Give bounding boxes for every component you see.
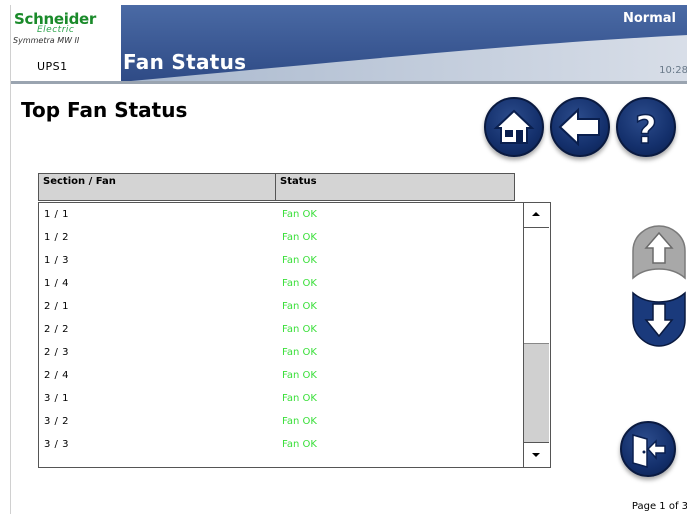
exit-door-icon <box>632 434 666 468</box>
svg-text:?: ? <box>635 108 657 152</box>
table-row[interactable]: 1 / 2 Fan OK <box>39 226 519 249</box>
table-header: Section / Fan Status <box>38 173 515 201</box>
table-row[interactable]: 2 / 4 Fan OK <box>39 364 519 387</box>
table-row[interactable]: 1 / 4 Fan OK <box>39 272 519 295</box>
fan-status-cell: Fan OK <box>282 347 317 358</box>
table-row[interactable]: 3 / 1 Fan OK <box>39 387 519 410</box>
exit-button[interactable] <box>620 421 676 477</box>
fan-status-cell: Fan OK <box>282 278 317 289</box>
fan-status-cell: Fan OK <box>282 393 317 404</box>
fan-id-cell: 3 / 1 <box>44 393 69 404</box>
table-row[interactable]: 1 / 3 Fan OK <box>39 249 519 272</box>
scroll-up-icon <box>532 212 540 216</box>
screen-title: Fan Status <box>123 50 247 74</box>
fan-status-cell: Fan OK <box>282 439 317 450</box>
header: Schneider Electric Symmetra MW II UPS1 N… <box>11 5 687 84</box>
table-row[interactable]: 2 / 2 Fan OK <box>39 318 519 341</box>
table-scrollbar[interactable] <box>523 203 550 467</box>
logo-panel: Schneider Electric Symmetra MW II UPS1 <box>11 5 121 83</box>
fan-id-cell: 2 / 2 <box>44 324 69 335</box>
fan-status-cell: Fan OK <box>282 416 317 427</box>
ups-label: UPS1 <box>37 60 68 73</box>
home-icon <box>493 109 535 144</box>
back-arrow-icon <box>558 107 600 147</box>
fan-status-cell: Fan OK <box>282 324 317 335</box>
scroll-thumb[interactable] <box>524 228 549 344</box>
scroll-down-icon <box>532 453 540 457</box>
scroll-track[interactable] <box>524 344 549 442</box>
fan-id-cell: 3 / 3 <box>44 439 69 450</box>
page-title: Top Fan Status <box>21 98 188 122</box>
scroll-down-button[interactable] <box>524 442 549 467</box>
page-up-button[interactable] <box>629 223 687 281</box>
brand-logo-sub: Electric <box>37 25 75 35</box>
fan-id-cell: 3 / 2 <box>44 416 69 427</box>
table-row[interactable]: 3 / 2 Fan OK <box>39 410 519 433</box>
screen: Schneider Electric Symmetra MW II UPS1 N… <box>10 5 687 514</box>
fan-id-cell: 1 / 4 <box>44 278 69 289</box>
fan-status-cell: Fan OK <box>282 255 317 266</box>
fan-id-cell: 1 / 1 <box>44 209 69 220</box>
help-button[interactable]: ? <box>616 97 676 157</box>
back-button[interactable] <box>550 97 610 157</box>
table-row[interactable]: 2 / 1 Fan OK <box>39 295 519 318</box>
operating-mode: Normal <box>623 11 676 26</box>
scroll-up-button[interactable] <box>524 203 549 228</box>
header-divider <box>11 81 687 84</box>
home-button[interactable] <box>484 97 544 157</box>
page-indicator: Page 1 of 3 <box>631 501 687 512</box>
help-icon: ? <box>634 107 658 153</box>
column-header-section-fan: Section / Fan <box>39 174 276 200</box>
fan-status-cell: Fan OK <box>282 301 317 312</box>
page-down-button[interactable] <box>629 290 687 350</box>
clock: 10:28 <box>659 65 687 76</box>
fan-id-cell: 1 / 3 <box>44 255 69 266</box>
table-row[interactable]: 2 / 3 Fan OK <box>39 341 519 364</box>
column-header-status: Status <box>280 176 317 187</box>
fan-id-cell: 2 / 4 <box>44 370 69 381</box>
fan-status-cell: Fan OK <box>282 232 317 243</box>
fan-status-cell: Fan OK <box>282 370 317 381</box>
fan-id-cell: 2 / 3 <box>44 347 69 358</box>
fan-status-table: 1 / 1 Fan OK 1 / 2 Fan OK 1 / 3 Fan OK 1… <box>38 202 551 468</box>
table-row[interactable]: 3 / 3 Fan OK <box>39 433 519 456</box>
product-name: Symmetra MW II <box>13 36 80 45</box>
table-row[interactable]: 1 / 1 Fan OK <box>39 203 519 226</box>
fan-status-cell: Fan OK <box>282 209 317 220</box>
fan-id-cell: 2 / 1 <box>44 301 69 312</box>
fan-id-cell: 1 / 2 <box>44 232 69 243</box>
